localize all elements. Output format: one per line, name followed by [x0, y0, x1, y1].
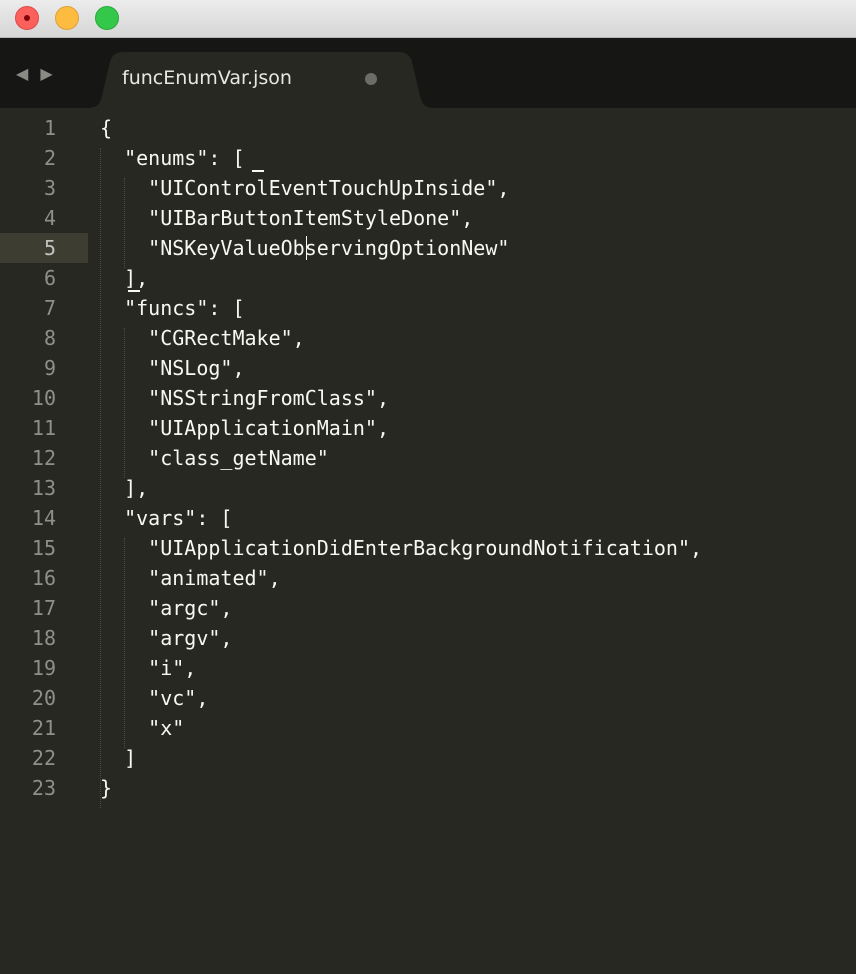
line-number: 2 [43, 146, 56, 170]
code-line[interactable]: "animated", [100, 563, 840, 593]
title-bar [0, 0, 856, 38]
line-number: 7 [43, 296, 56, 320]
line-number: 22 [31, 746, 56, 770]
line-number: 18 [31, 626, 56, 650]
line-number: 17 [31, 596, 56, 620]
code-line[interactable]: "funcs": [ [100, 293, 840, 323]
line-number: 3 [43, 176, 56, 200]
code-line[interactable]: ], [100, 473, 840, 503]
line-number: 1 [43, 116, 56, 140]
code-line[interactable]: "vars": [ [100, 503, 840, 533]
line-number: 10 [31, 386, 56, 410]
code-line[interactable]: { [100, 113, 840, 143]
code-line[interactable]: "vc", [100, 683, 840, 713]
matching-bracket-underline [252, 170, 264, 172]
line-number: 4 [43, 206, 56, 230]
code-line[interactable]: "NSKeyValueObservingOptionNew" [100, 233, 840, 263]
line-number: 11 [31, 416, 56, 440]
code-line[interactable]: "enums": [ [100, 143, 840, 173]
line-number: 21 [31, 716, 56, 740]
tab-navigation: ◀ ▶ [16, 62, 53, 86]
code-line[interactable]: "argv", [100, 623, 840, 653]
line-number: 15 [31, 536, 56, 560]
tab-title: funcEnumVar.json [122, 67, 292, 89]
code-line[interactable]: "CGRectMake", [100, 323, 840, 353]
line-number: 16 [31, 566, 56, 590]
code-line[interactable]: "UIBarButtonItemStyleDone", [100, 203, 840, 233]
line-number: 9 [43, 356, 56, 380]
code-line[interactable]: "argc", [100, 593, 840, 623]
tab-funcenumvar-json[interactable]: funcEnumVar.json [86, 52, 436, 108]
matching-bracket-underline [128, 290, 140, 292]
line-number: 13 [31, 476, 56, 500]
text-caret [306, 236, 307, 260]
line-number: 5 [0, 233, 88, 263]
code-content[interactable]: { "enums": [ "UIControlEventTouchUpInsid… [100, 113, 840, 803]
code-line[interactable]: "i", [100, 653, 840, 683]
line-number: 6 [43, 266, 56, 290]
code-line[interactable]: "UIApplicationDidEnterBackgroundNotifica… [100, 533, 840, 563]
minimize-window-button[interactable] [55, 6, 79, 30]
line-number: 8 [43, 326, 56, 350]
code-line[interactable]: ] [100, 743, 840, 773]
forward-arrow-icon[interactable]: ▶ [40, 62, 52, 86]
line-number-gutter: 1 2 3 4 5 6 7 8 9 10 11 12 13 14 15 16 17 18 19 20 21 22 23 [0, 113, 88, 803]
line-number: 19 [31, 656, 56, 680]
code-line[interactable]: "UIControlEventTouchUpInside", [100, 173, 840, 203]
line-number: 14 [31, 506, 56, 530]
code-line[interactable]: "UIApplicationMain", [100, 413, 840, 443]
sublime-text-window: ◀ ▶ funcEnumVar.json 1 2 3 4 5 6 7 8 9 10 11 12 13 14… [0, 0, 856, 974]
line-number: 23 [31, 776, 56, 800]
code-line[interactable]: "class_getName" [100, 443, 840, 473]
code-line[interactable]: "NSLog", [100, 353, 840, 383]
code-line[interactable]: ], [100, 263, 840, 293]
tab-bar: ◀ ▶ funcEnumVar.json [0, 38, 856, 108]
code-line[interactable]: "NSStringFromClass", [100, 383, 840, 413]
line-number: 12 [31, 446, 56, 470]
close-window-button[interactable] [15, 6, 39, 30]
code-line[interactable]: "x" [100, 713, 840, 743]
unsaved-changes-dot-icon[interactable] [365, 73, 377, 85]
code-line[interactable]: } [100, 773, 840, 803]
zoom-window-button[interactable] [95, 6, 119, 30]
back-arrow-icon[interactable]: ◀ [16, 62, 28, 86]
line-number: 20 [31, 686, 56, 710]
code-editor[interactable]: 1 2 3 4 5 6 7 8 9 10 11 12 13 14 15 16 17 18 19 20 21 22 23 { … [0, 108, 856, 974]
